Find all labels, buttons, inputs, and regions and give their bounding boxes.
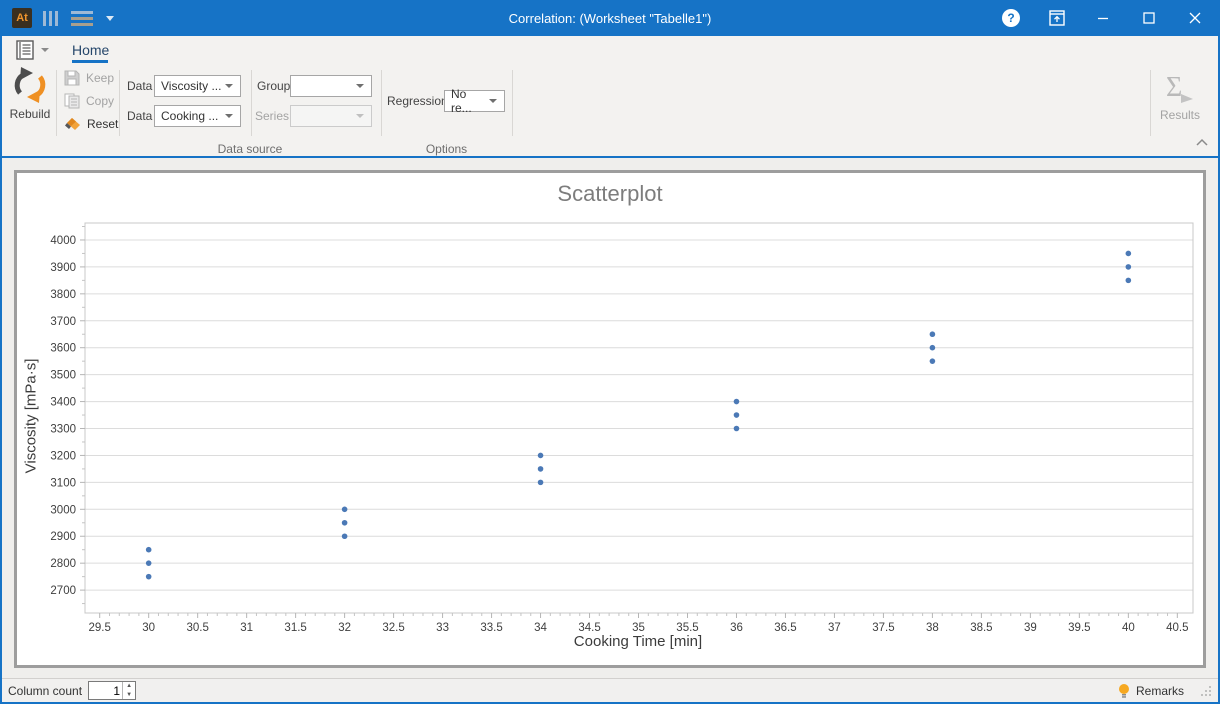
y-axis-title: Viscosity [mPa·s] (22, 358, 40, 474)
tab-home-underline (72, 60, 108, 63)
regression-label: Regression (387, 94, 448, 108)
regression-dropdown[interactable]: No re... (444, 87, 505, 115)
regression-value: No re... (451, 87, 472, 115)
reset-label: Reset (87, 117, 119, 131)
sigma-icon: Σ (1166, 72, 1193, 103)
data-x-dropdown[interactable]: Cooking ... (154, 105, 241, 127)
chevron-down-icon (489, 99, 497, 103)
chevron-down-icon (356, 84, 364, 88)
remarks-label[interactable]: Remarks (1136, 684, 1184, 698)
ribbon-separator (381, 70, 382, 136)
help-button[interactable]: ? (988, 0, 1034, 36)
column-count-stepper[interactable]: ▲ ▼ (88, 681, 137, 700)
chevron-down-icon (356, 114, 364, 118)
data-x-value: Cooking ... (161, 109, 219, 123)
svg-text:3500: 3500 (50, 370, 76, 382)
svg-text:3000: 3000 (50, 504, 76, 516)
svg-text:3300: 3300 (50, 424, 76, 436)
quick-access-caret-icon[interactable] (106, 15, 114, 21)
group-field-label: Group (257, 79, 291, 93)
svg-text:4000: 4000 (50, 235, 76, 247)
ribbon: Home Rebuild Keep Copy Reset Data Y Visc… (2, 36, 1218, 158)
data-y-dropdown[interactable]: Viscosity ... (154, 75, 241, 97)
minimize-button[interactable] (1080, 0, 1126, 36)
column-count-label: Column count (8, 683, 83, 698)
lightbulb-icon[interactable] (1118, 683, 1130, 699)
copy-icon (64, 93, 80, 109)
svg-text:2900: 2900 (50, 531, 76, 543)
svg-text:3100: 3100 (50, 477, 76, 489)
svg-text:3400: 3400 (50, 397, 76, 409)
series-dropdown[interactable] (290, 105, 372, 127)
group-dropdown[interactable] (290, 75, 372, 97)
tab-home[interactable]: Home (72, 42, 109, 58)
ribbon-separator (1150, 70, 1151, 136)
keep-label: Keep (86, 71, 115, 85)
svg-text:3200: 3200 (50, 450, 76, 462)
svg-text:3800: 3800 (50, 289, 76, 301)
svg-text:2700: 2700 (50, 585, 76, 597)
maximize-icon (1143, 12, 1155, 24)
report-menu-caret-icon (41, 48, 49, 52)
save-icon (64, 70, 80, 86)
titlebar: At Correlation: (Worksheet "Tabelle1") ? (2, 0, 1218, 36)
ribbon-separator (119, 70, 120, 136)
group-caption-options: Options (425, 142, 468, 156)
data-y-value: Viscosity ... (161, 79, 222, 93)
svg-text:2800: 2800 (50, 558, 76, 570)
maximize-button[interactable] (1126, 0, 1172, 36)
close-button[interactable] (1172, 0, 1218, 36)
eraser-icon (65, 118, 80, 130)
x-axis-title: Cooking Time [min] (573, 633, 703, 650)
chart-panel: Scatterplot 2700 2800 2900 3000 3100 3200 3300… (14, 170, 1206, 668)
column-count-input[interactable] (89, 682, 123, 699)
minimize-icon (1098, 17, 1108, 20)
ribbon-separator (251, 70, 252, 136)
rebuild-label: Rebuild (9, 107, 51, 121)
stepper-down-icon[interactable]: ▼ (123, 691, 135, 700)
keep-button[interactable]: Keep (64, 68, 114, 88)
app-window: At Correlation: (Worksheet "Tabelle1") ? (0, 0, 1220, 704)
scatter-svg: 2700 2800 2900 3000 3100 3200 3300 3400 3500 3600… (50, 222, 1194, 634)
quick-access-menu-icon[interactable] (69, 10, 95, 26)
chevron-down-icon (225, 84, 233, 88)
chevron-down-icon (225, 114, 233, 118)
svg-text:3600: 3600 (50, 343, 76, 355)
results-label: Results (1159, 108, 1200, 122)
help-icon: ? (1002, 9, 1020, 27)
ribbon-separator (56, 70, 57, 136)
series-field-label: Series (255, 109, 290, 123)
collapse-ribbon-icon[interactable] (1196, 138, 1208, 146)
resize-grip[interactable] (1200, 685, 1212, 697)
report-menu-button[interactable] (16, 40, 49, 60)
report-area: Scatterplot 2700 2800 2900 3000 3100 3200 3300… (2, 158, 1218, 678)
ribbon-separator (512, 70, 513, 136)
group-caption-data-source: Data source (217, 142, 283, 156)
copy-label: Copy (86, 94, 115, 108)
svg-text:Σ: Σ (1166, 72, 1182, 103)
dock-window-icon (1049, 10, 1065, 26)
stepper-up-icon[interactable]: ▲ (123, 682, 135, 691)
svg-text:3700: 3700 (50, 316, 76, 328)
results-button[interactable]: Σ Results (1152, 70, 1208, 122)
statusbar: Column count ▲ ▼ Remarks (2, 678, 1218, 702)
quick-access-columns-icon[interactable] (41, 10, 60, 26)
chart-title: Scatterplot (557, 181, 663, 206)
report-menu-icon (16, 40, 34, 60)
rebuild-icon (14, 67, 46, 103)
dock-window-button[interactable] (1034, 0, 1080, 36)
rebuild-button[interactable]: Rebuild (4, 66, 56, 121)
copy-button[interactable]: Copy (64, 91, 114, 111)
reset-button[interactable]: Reset (64, 114, 118, 134)
app-logo-icon: At (12, 8, 32, 28)
svg-text:3900: 3900 (50, 262, 76, 274)
close-icon (1189, 12, 1201, 24)
